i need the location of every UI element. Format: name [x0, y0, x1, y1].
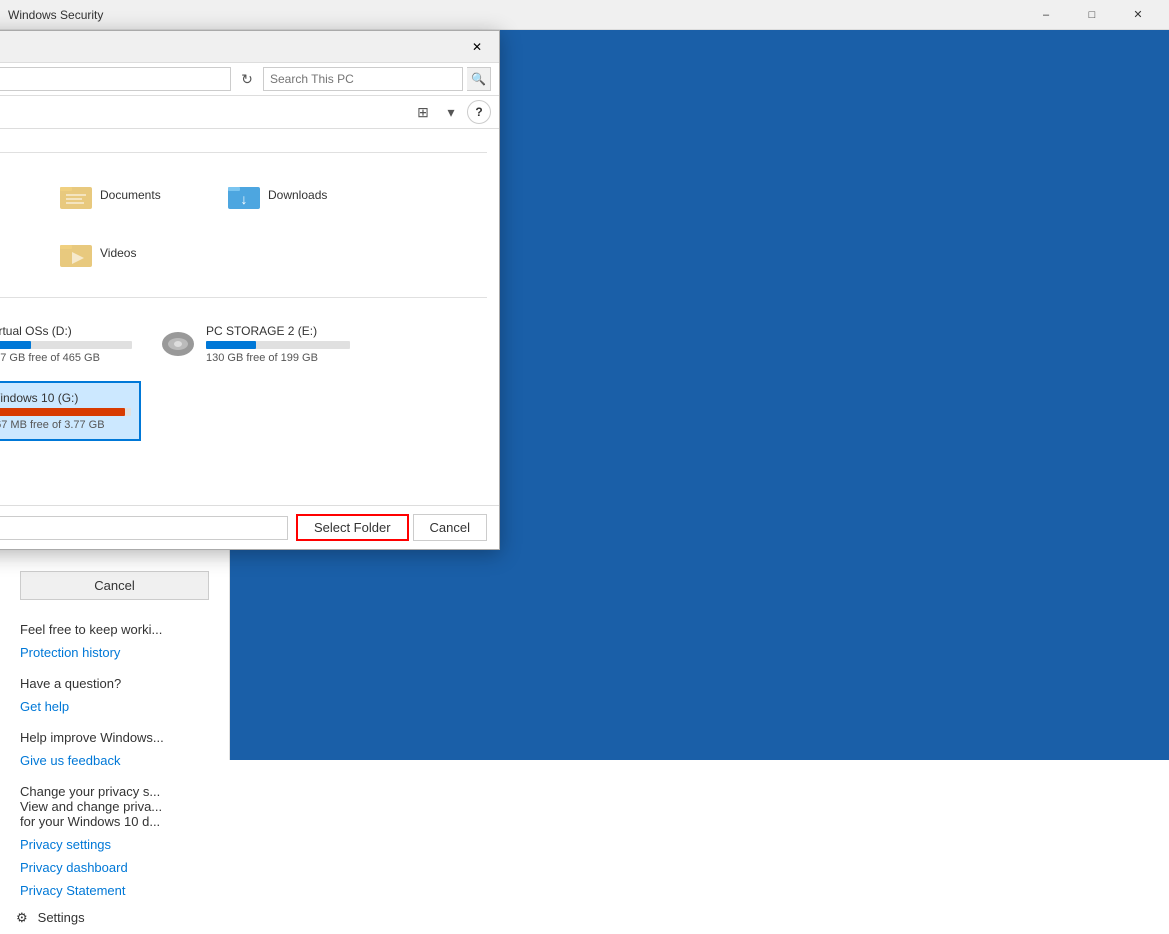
folders-section-header: ▼ Folders (7) [0, 145, 487, 160]
folder-item-documents[interactable]: Documents [49, 170, 209, 220]
minimize-button[interactable]: – [1023, 0, 1069, 30]
drive-item-g[interactable]: ✓ Windows 10 (G:) 167 MB free of 3.77 GB [0, 381, 141, 441]
titlebar-controls: – □ ✕ [1023, 0, 1161, 30]
dialog-cancel-button[interactable]: Cancel [413, 514, 487, 541]
organize-bar: Organize ▾ ⊞ ▾ ? [0, 96, 499, 129]
folder-item-pictures[interactable]: Pictures [0, 228, 41, 278]
cancel-button[interactable]: Cancel [20, 571, 209, 600]
have-question-text: Have a question? [0, 664, 229, 695]
folder-item-downloads[interactable]: ↓ Downloads [217, 170, 377, 220]
drive-d-name: Virtual OSs (D:) [0, 324, 132, 338]
drive-e-icon [158, 324, 198, 364]
dialog-action-buttons: Select Folder Cancel [296, 514, 487, 541]
privacy-settings-link[interactable]: Privacy settings [0, 833, 229, 856]
search-button[interactable]: 🔍 [467, 67, 491, 91]
drive-d-bar [0, 341, 132, 349]
help-improve-text: Help improve Windows... [0, 718, 229, 749]
maximize-button[interactable]: □ [1069, 0, 1115, 30]
settings-icon: ⚙ [16, 910, 28, 926]
drives-grid: WINDOWS 10 (C:) 141 GB free of 465 GB [0, 315, 487, 441]
drive-g-free: 167 MB free of 3.77 GB [0, 419, 131, 431]
drive-e-info: PC STORAGE 2 (E:) 130 GB free of 199 GB [206, 324, 350, 364]
drive-g-fill [0, 408, 125, 416]
close-button[interactable]: ✕ [1115, 0, 1161, 30]
privacy-statement-link[interactable]: Privacy Statement [0, 879, 229, 902]
drive-d-info: Virtual OSs (D:) 327 GB free of 465 GB [0, 324, 132, 364]
svg-text:↓: ↓ [241, 191, 248, 207]
drive-d-free: 327 GB free of 465 GB [0, 352, 132, 364]
drive-item-d[interactable]: Virtual OSs (D:) 327 GB free of 465 GB [0, 315, 141, 373]
keep-working-text: Feel free to keep worki... [0, 610, 229, 641]
right-area: Select Folder ✕ ← → ▾ ↑ 🖥 This PC ↻ 🔍 [230, 30, 1169, 760]
address-bar: ← → ▾ ↑ 🖥 This PC ↻ 🔍 [0, 63, 499, 96]
folder-documents-icon [58, 177, 94, 213]
help-button[interactable]: ? [467, 100, 491, 124]
folder-name: Videos [100, 246, 136, 260]
select-folder-dialog: Select Folder ✕ ← → ▾ ↑ 🖥 This PC ↻ 🔍 [0, 30, 500, 550]
view-toggle-button[interactable]: ⊞ [411, 100, 435, 124]
section-divider [0, 152, 487, 153]
drive-e-free: 130 GB free of 199 GB [206, 352, 350, 364]
folder-name: Documents [100, 188, 161, 202]
view-dropdown-button[interactable]: ▾ [439, 100, 463, 124]
drive-g-info: Windows 10 (G:) 167 MB free of 3.77 GB [0, 391, 131, 431]
folder-downloads-icon: ↓ [226, 177, 262, 213]
settings-label: Settings [38, 910, 85, 925]
dialog-bottom-bar: Folder: Select Folder Cancel [0, 505, 499, 549]
folder-item-desktop[interactable]: Desktop [0, 170, 41, 220]
folder-path-input[interactable] [0, 516, 288, 540]
drive-e-name: PC STORAGE 2 (E:) [206, 324, 350, 338]
drive-e-bar [206, 341, 350, 349]
folder-name: Downloads [268, 188, 327, 202]
main-layout: ← ⌂ 🛡 👤 📶 🌐 💻 ❤ [0, 30, 1169, 760]
search-input[interactable] [263, 67, 463, 91]
view-controls: ⊞ ▾ ? [411, 100, 491, 124]
privacy-dashboard-link[interactable]: Privacy dashboard [0, 856, 229, 879]
drives-section-header: ▼ Devices and drives (5) [0, 290, 487, 305]
get-help-link[interactable]: Get help [0, 695, 229, 718]
settings-item[interactable]: ⚙ Settings [0, 902, 229, 934]
file-area: ▼ Folders (7) 3D [0, 129, 499, 505]
address-path[interactable]: 🖥 This PC [0, 67, 231, 91]
titlebar-title: Windows Security [8, 8, 103, 22]
give-feedback-link[interactable]: Give us feedback [0, 749, 229, 772]
drive-g-name: Windows 10 (G:) [0, 391, 131, 405]
refresh-button[interactable]: ↻ [235, 67, 259, 91]
protection-history-link[interactable]: Protection history [0, 641, 229, 664]
dialog-content: ⬇ Downloads 📌 🖥 This PC 📁 3D Objects 📁 [0, 129, 499, 505]
folder-grid: 3D 3D Objects [0, 170, 487, 278]
privacy-section: Change your privacy s... View and change… [0, 772, 229, 833]
drive-item-e[interactable]: PC STORAGE 2 (E:) 130 GB free of 199 GB [149, 315, 359, 373]
drive-d-fill [0, 341, 31, 349]
section-divider [0, 297, 487, 298]
dialog-close-button[interactable]: ✕ [463, 33, 491, 61]
folder-item-videos[interactable]: Videos [49, 228, 209, 278]
drive-g-bar [0, 408, 131, 416]
titlebar: Windows Security – □ ✕ [0, 0, 1169, 30]
drive-e-fill [206, 341, 256, 349]
folder-videos-icon [58, 235, 94, 271]
select-folder-button[interactable]: Select Folder [296, 514, 409, 541]
dialog-titlebar: Select Folder ✕ [0, 31, 499, 63]
